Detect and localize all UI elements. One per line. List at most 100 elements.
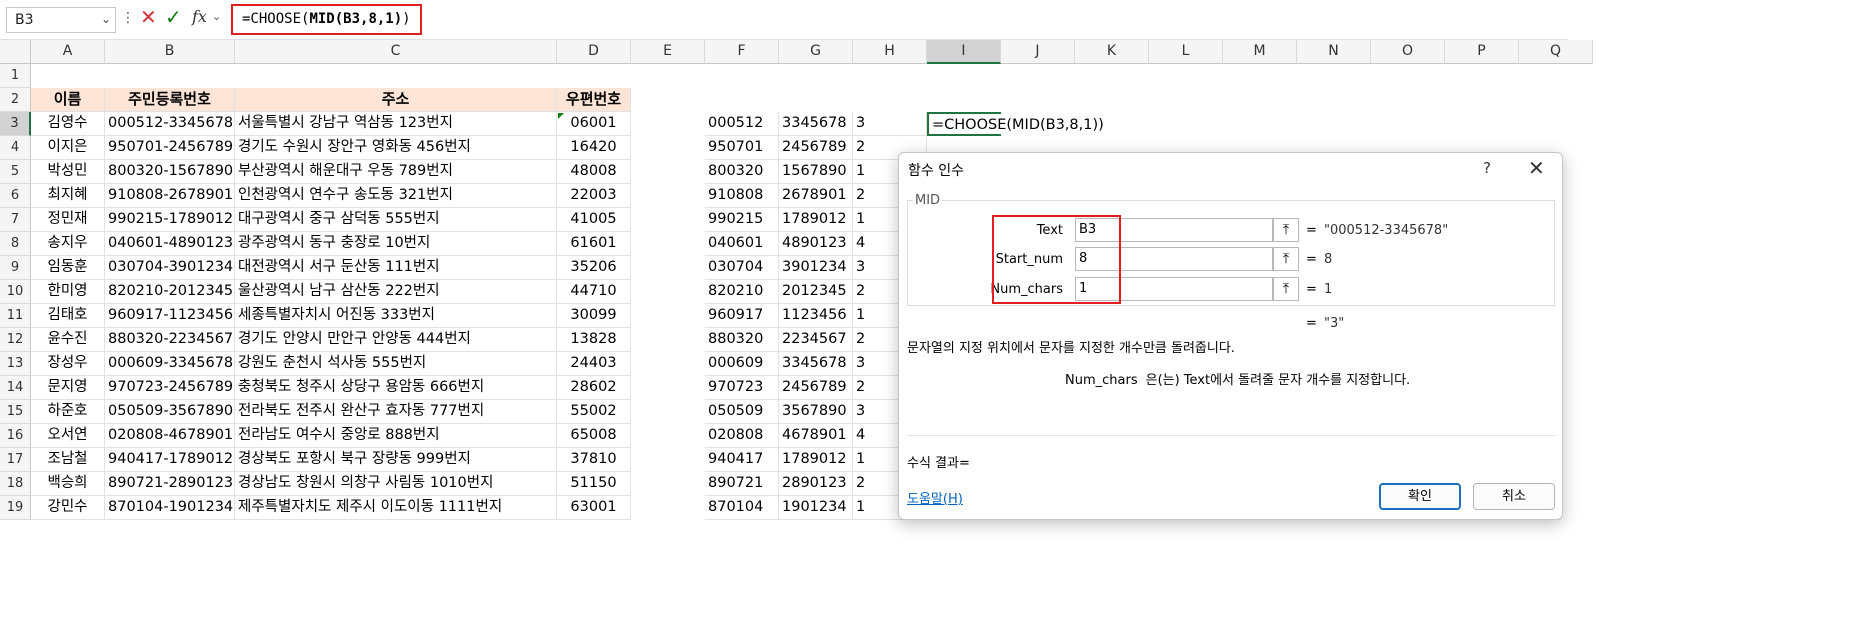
row-header-14[interactable]: 14	[0, 376, 31, 400]
chevron-down-icon[interactable]: ⌄	[101, 12, 111, 26]
row-header-8[interactable]: 8	[0, 232, 31, 256]
zip-cell[interactable]: 16420	[557, 136, 631, 160]
rrn-front-cell[interactable]: 990215	[705, 208, 779, 232]
active-cell-i3[interactable]: =CHOOSE(MID(B3,8,1))	[927, 112, 1104, 136]
rrn-back-cell[interactable]: 4678901	[779, 424, 853, 448]
address-cell[interactable]: 서울특별시 강남구 역삼동 123번지	[235, 112, 557, 136]
row-header-1[interactable]: 1	[0, 64, 31, 88]
more-icon[interactable]: ⋮	[121, 10, 135, 26]
gender-digit-cell[interactable]: 3	[853, 112, 927, 136]
rrn-front-cell[interactable]: 960917	[705, 304, 779, 328]
close-icon[interactable]: ✕	[1528, 156, 1545, 180]
rrn-cell[interactable]: 000609-3345678	[105, 352, 235, 376]
name-cell[interactable]: 하준호	[31, 400, 105, 424]
column-header-o[interactable]: O	[1371, 40, 1445, 64]
collapse-dialog-icon[interactable]: ⤒	[1273, 277, 1299, 301]
address-cell[interactable]: 경상남도 창원시 의창구 사림동 1010번지	[235, 472, 557, 496]
name-cell[interactable]: 송지우	[31, 232, 105, 256]
name-cell[interactable]: 문지영	[31, 376, 105, 400]
zip-cell[interactable]: 22003	[557, 184, 631, 208]
column-header-e[interactable]: E	[631, 40, 705, 64]
zip-cell[interactable]: 48008	[557, 160, 631, 184]
name-cell[interactable]: 오서연	[31, 424, 105, 448]
rrn-front-cell[interactable]: 950701	[705, 136, 779, 160]
row-header-10[interactable]: 10	[0, 280, 31, 304]
column-header-g[interactable]: G	[779, 40, 853, 64]
column-header-l[interactable]: L	[1149, 40, 1223, 64]
row-header-13[interactable]: 13	[0, 352, 31, 376]
address-cell[interactable]: 전라북도 전주시 완산구 효자동 777번지	[235, 400, 557, 424]
name-cell[interactable]: 백승희	[31, 472, 105, 496]
row-header-9[interactable]: 9	[0, 256, 31, 280]
rrn-back-cell[interactable]: 2678901	[779, 184, 853, 208]
rrn-cell[interactable]: 960917-1123456	[105, 304, 235, 328]
name-cell[interactable]: 김영수	[31, 112, 105, 136]
rrn-back-cell[interactable]: 2012345	[779, 280, 853, 304]
rrn-cell[interactable]: 050509-3567890	[105, 400, 235, 424]
address-cell[interactable]: 경상북도 포항시 북구 장량동 999번지	[235, 448, 557, 472]
zip-cell[interactable]: 35206	[557, 256, 631, 280]
rrn-cell[interactable]: 000512-3345678	[105, 112, 235, 136]
zip-cell[interactable]: 65008	[557, 424, 631, 448]
column-header-b[interactable]: B	[105, 40, 235, 64]
row-header-18[interactable]: 18	[0, 472, 31, 496]
rrn-front-cell[interactable]: 800320	[705, 160, 779, 184]
row-header-5[interactable]: 5	[0, 160, 31, 184]
rrn-cell[interactable]: 940417-1789012	[105, 448, 235, 472]
rrn-cell[interactable]: 030704-3901234	[105, 256, 235, 280]
row-header-4[interactable]: 4	[0, 136, 31, 160]
rrn-back-cell[interactable]: 4890123	[779, 232, 853, 256]
address-cell[interactable]: 대구광역시 중구 삼덕동 555번지	[235, 208, 557, 232]
rrn-front-cell[interactable]: 890721	[705, 472, 779, 496]
name-cell[interactable]: 이지은	[31, 136, 105, 160]
rrn-back-cell[interactable]: 2890123	[779, 472, 853, 496]
zip-cell[interactable]: 24403	[557, 352, 631, 376]
address-cell[interactable]: 제주특별자치도 제주시 이도이동 1111번지	[235, 496, 557, 520]
address-cell[interactable]: 경기도 안양시 만안구 안양동 444번지	[235, 328, 557, 352]
address-cell[interactable]: 전라남도 여수시 중앙로 888번지	[235, 424, 557, 448]
column-header-j[interactable]: J	[1001, 40, 1075, 64]
row-header-19[interactable]: 19	[0, 496, 31, 520]
rrn-front-cell[interactable]: 910808	[705, 184, 779, 208]
row-header-3[interactable]: 3	[0, 112, 31, 136]
rrn-front-cell[interactable]: 050509	[705, 400, 779, 424]
rrn-front-cell[interactable]: 000609	[705, 352, 779, 376]
column-header-f[interactable]: F	[705, 40, 779, 64]
name-cell[interactable]: 강민수	[31, 496, 105, 520]
rrn-cell[interactable]: 020808-4678901	[105, 424, 235, 448]
formula-input[interactable]: =CHOOSE(MID(B3,8,1))	[231, 4, 422, 35]
rrn-back-cell[interactable]: 1123456	[779, 304, 853, 328]
zip-cell[interactable]: 51150	[557, 472, 631, 496]
rrn-cell[interactable]: 870104-1901234	[105, 496, 235, 520]
rrn-back-cell[interactable]: 2234567	[779, 328, 853, 352]
confirm-entry-icon[interactable]: ✓	[165, 5, 182, 29]
rrn-back-cell[interactable]: 1789012	[779, 208, 853, 232]
header-cell-zip[interactable]: 우편번호	[557, 88, 631, 112]
rrn-cell[interactable]: 820210-2012345	[105, 280, 235, 304]
zip-cell[interactable]: 61601	[557, 232, 631, 256]
row-header-11[interactable]: 11	[0, 304, 31, 328]
rrn-front-cell[interactable]: 970723	[705, 376, 779, 400]
zip-cell[interactable]: 37810	[557, 448, 631, 472]
rrn-back-cell[interactable]: 1789012	[779, 448, 853, 472]
column-header-k[interactable]: K	[1075, 40, 1149, 64]
address-cell[interactable]: 대전광역시 서구 둔산동 111번지	[235, 256, 557, 280]
address-cell[interactable]: 광주광역시 동구 충장로 10번지	[235, 232, 557, 256]
name-cell[interactable]: 한미영	[31, 280, 105, 304]
rrn-cell[interactable]: 800320-1567890	[105, 160, 235, 184]
rrn-front-cell[interactable]: 030704	[705, 256, 779, 280]
header-cell-rrn[interactable]: 주민등록번호	[105, 88, 235, 112]
column-header-a[interactable]: A	[31, 40, 105, 64]
ok-button[interactable]: 확인	[1379, 483, 1461, 510]
rrn-back-cell[interactable]: 3345678	[779, 352, 853, 376]
column-header-q[interactable]: Q	[1519, 40, 1593, 64]
address-cell[interactable]: 강원도 춘천시 석사동 555번지	[235, 352, 557, 376]
name-cell[interactable]: 장성우	[31, 352, 105, 376]
insert-function-icon[interactable]: fx	[192, 7, 207, 26]
name-cell[interactable]: 김태호	[31, 304, 105, 328]
cancel-button[interactable]: 취소	[1473, 483, 1555, 510]
zip-cell[interactable]: 13828	[557, 328, 631, 352]
rrn-cell[interactable]: 040601-4890123	[105, 232, 235, 256]
rrn-cell[interactable]: 910808-2678901	[105, 184, 235, 208]
help-link[interactable]: 도움말(H)	[907, 488, 963, 507]
